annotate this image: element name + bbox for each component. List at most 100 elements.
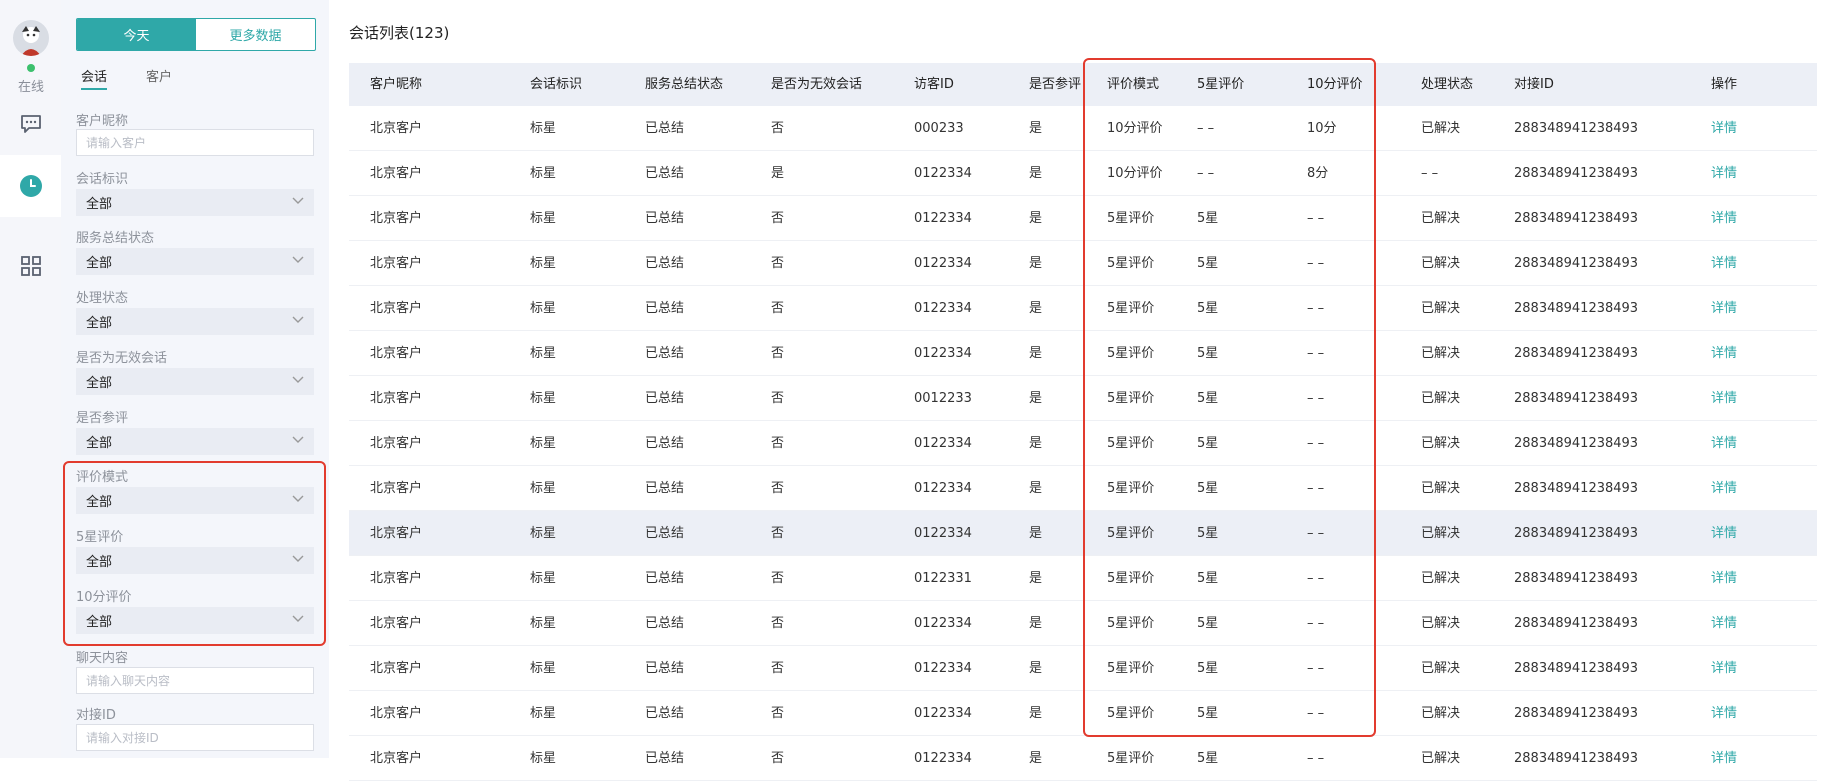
session-tag-select[interactable]: 全部 — [76, 189, 314, 216]
cell-process-status: 已解决 — [1421, 751, 1461, 766]
cell-process-status: 已解决 — [1421, 571, 1461, 586]
details-link[interactable]: 详情 — [1711, 466, 1737, 511]
cell-participate-review: 是 — [1029, 526, 1043, 541]
cell-process-status: 已解决 — [1421, 391, 1461, 406]
cell-invalid-session: 否 — [771, 436, 785, 451]
cell-session-tag: 标星 — [530, 571, 557, 586]
process-status-select[interactable]: 全部 — [76, 308, 314, 335]
column-header-session-tag: 会话标识 — [530, 77, 583, 92]
customer-nickname-input[interactable]: 请输入客户 — [76, 129, 314, 156]
details-link[interactable]: 详情 — [1711, 511, 1737, 556]
cell-process-status: 已解决 — [1421, 346, 1461, 361]
select-value: 全部 — [86, 256, 113, 271]
cell-dock-id: 288348941238493 — [1514, 166, 1639, 181]
cell-nickname: 北京客户 — [370, 256, 423, 271]
cell-dock-id: 288348941238493 — [1514, 301, 1639, 316]
cell-participate-review: 是 — [1029, 436, 1043, 451]
cell-nickname: 北京客户 — [370, 706, 423, 721]
cell-session-tag: 标星 — [530, 706, 557, 721]
cell-dock-id: 288348941238493 — [1514, 751, 1639, 766]
details-link[interactable]: 详情 — [1711, 196, 1737, 241]
chevron-down-icon — [292, 376, 304, 383]
cell-dock-id: 288348941238493 — [1514, 481, 1639, 496]
cell-nickname: 北京客户 — [370, 616, 423, 631]
details-link[interactable]: 详情 — [1711, 241, 1737, 286]
cell-process-status: – – — [1421, 166, 1439, 181]
cell-nickname: 北京客户 — [370, 121, 423, 136]
filter-label: 是否为无效会话 — [76, 351, 168, 366]
filter-label: 对接ID — [76, 708, 116, 723]
cell-dock-id: 288348941238493 — [1514, 706, 1639, 721]
table-row: 北京客户 标星 已总结 否 0122334 是 5星评价 5星 – – 已解决 2883489412… — [349, 736, 1817, 781]
cell-participate-review: 是 — [1029, 121, 1043, 136]
cell-participate-review: 是 — [1029, 571, 1043, 586]
details-link[interactable]: 详情 — [1711, 691, 1737, 736]
cell-summary-status: 已总结 — [645, 481, 685, 496]
cell-nickname: 北京客户 — [370, 346, 423, 361]
details-link[interactable]: 详情 — [1711, 286, 1737, 331]
page-title: 会话列表(123) — [349, 24, 450, 42]
dock-id-input[interactable]: 请输入对接ID — [76, 724, 314, 751]
cell-visitor-id: 0122334 — [914, 166, 972, 181]
cell-dock-id: 288348941238493 — [1514, 391, 1639, 406]
date-range-toggle: 今天 更多数据 — [76, 18, 316, 51]
cell-visitor-id: 000233 — [914, 121, 964, 136]
cell-visitor-id: 0012233 — [914, 391, 972, 406]
cell-dock-id: 288348941238493 — [1514, 526, 1639, 541]
invalid-session-select[interactable]: 全部 — [76, 368, 314, 395]
details-link[interactable]: 详情 — [1711, 646, 1737, 691]
cell-nickname: 北京客户 — [370, 301, 423, 316]
grid-icon[interactable] — [15, 250, 47, 282]
cell-process-status: 已解决 — [1421, 661, 1461, 676]
details-link[interactable]: 详情 — [1711, 106, 1737, 151]
cell-summary-status: 已总结 — [645, 391, 685, 406]
details-link[interactable]: 详情 — [1711, 421, 1737, 466]
avatar[interactable] — [13, 20, 49, 56]
tab-session[interactable]: 会话 — [81, 66, 107, 85]
details-link[interactable]: 详情 — [1711, 331, 1737, 376]
cell-nickname: 北京客户 — [370, 436, 423, 451]
cell-invalid-session: 否 — [771, 256, 785, 271]
cell-invalid-session: 否 — [771, 526, 785, 541]
online-status-dot — [27, 64, 35, 72]
more-data-button[interactable]: 更多数据 — [196, 19, 315, 50]
cell-participate-review: 是 — [1029, 166, 1043, 181]
details-link[interactable]: 详情 — [1711, 151, 1737, 196]
cell-invalid-session: 否 — [771, 346, 785, 361]
cell-session-tag: 标星 — [530, 256, 557, 271]
online-status-label: 在线 — [17, 80, 44, 95]
filter-label: 服务总结状态 — [76, 231, 155, 246]
cell-summary-status: 已总结 — [645, 166, 685, 181]
cell-participate-review: 是 — [1029, 301, 1043, 316]
cell-session-tag: 标星 — [530, 526, 557, 541]
chat-content-input[interactable]: 请输入聊天内容 — [76, 667, 314, 694]
cell-dock-id: 288348941238493 — [1514, 616, 1639, 631]
column-header-process-status: 处理状态 — [1421, 77, 1474, 92]
cell-summary-status: 已总结 — [645, 211, 685, 226]
cell-invalid-session: 否 — [771, 301, 785, 316]
details-link[interactable]: 详情 — [1711, 736, 1737, 781]
service-summary-select[interactable]: 全部 — [76, 248, 314, 275]
cell-visitor-id: 0122334 — [914, 211, 972, 226]
details-link[interactable]: 详情 — [1711, 601, 1737, 646]
chat-bubble-icon[interactable] — [15, 108, 47, 140]
cell-session-tag: 标星 — [530, 616, 557, 631]
cell-summary-status: 已总结 — [645, 526, 685, 541]
details-link[interactable]: 详情 — [1711, 376, 1737, 421]
chevron-down-icon — [292, 436, 304, 443]
details-link[interactable]: 详情 — [1711, 556, 1737, 601]
cell-process-status: 已解决 — [1421, 706, 1461, 721]
cell-process-status: 已解决 — [1421, 211, 1461, 226]
column-header-invalid-session: 是否为无效会话 — [771, 77, 863, 92]
participate-review-select[interactable]: 全部 — [76, 428, 314, 455]
cell-dock-id: 288348941238493 — [1514, 571, 1639, 586]
cell-session-tag: 标星 — [530, 301, 557, 316]
tab-customer[interactable]: 客户 — [146, 66, 172, 85]
filter-label: 会话标识 — [76, 172, 129, 187]
rating-columns-highlight-box — [1083, 58, 1376, 737]
today-button[interactable]: 今天 — [77, 19, 196, 50]
column-header-action: 操作 — [1711, 77, 1738, 92]
cell-session-tag: 标星 — [530, 121, 557, 136]
clock-icon[interactable] — [15, 170, 47, 202]
cell-participate-review: 是 — [1029, 751, 1043, 766]
